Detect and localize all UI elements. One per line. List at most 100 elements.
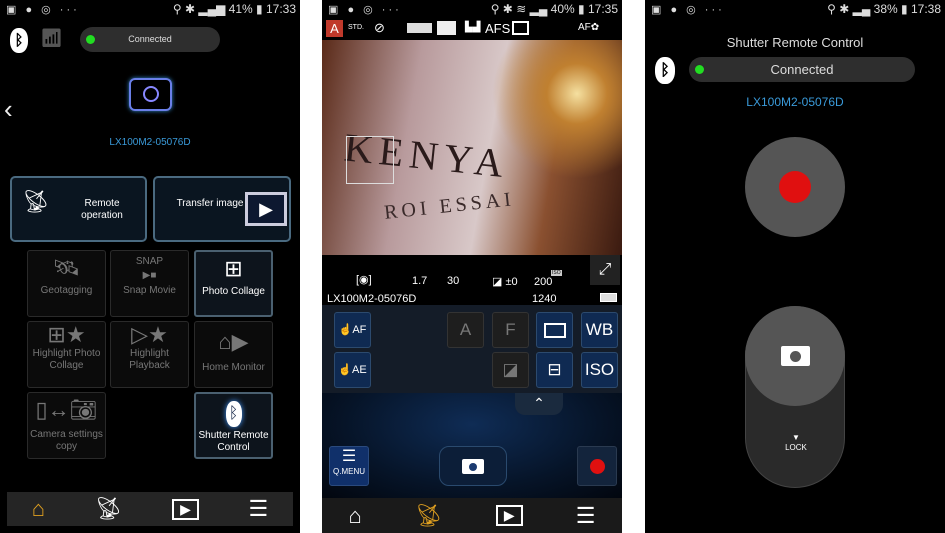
device-name: LX100M2-05076D [746,95,844,109]
battery-icon [600,293,617,302]
record-button[interactable] [745,137,845,237]
highlight-playback-icon: ▷★ [131,322,168,347]
quality-icon: ▙▟ [465,22,481,33]
tile-home-monitor: ⌂▶ Home Monitor [194,321,273,388]
tile-geotagging: 🛰︎ Geotagging [27,250,106,317]
device-name: LX100M2-05076D [109,137,191,148]
page-title: Shutter Remote Control [726,35,864,50]
battery-level: 38% [873,2,898,16]
device-name: LX100M2-05076D [327,293,417,305]
clock: 17:33 [265,2,296,16]
fullscreen-button[interactable]: ⤢ [590,255,620,285]
record-icon [779,171,811,203]
tile-highlight-playback: ▷★ Highlight Playback [110,321,189,388]
exposure-info: [◉] 1.7 30 ◪ ±0 200 ISO LX100M2-05076D 1… [322,255,622,305]
iso-value: 200 [534,276,553,288]
status-bar: ▣ ● ◎ ··· ⚲ ✱ ▂▄▆ 41% ▮ 17:33 [6,2,296,16]
clock: 17:35 [587,2,618,16]
tile-highlight-photo-collage: ⊞★ Highlight Photo Collage [27,321,106,388]
playback-icon[interactable]: ▶ [495,505,523,526]
photo-style: STD. [348,24,364,31]
highlight-collage-icon: ⊞★ [47,322,86,347]
remote-icon: 📡︎ [22,189,50,214]
aperture-mode-button: A [447,312,484,348]
tile-snap-movie: SNAP ▶■ Snap Movie [110,250,189,317]
remaining-shots: 1240 [532,293,557,305]
record-button[interactable] [577,446,617,486]
notification-icons: ▣ ● ◎ ··· [651,4,725,16]
touch-af-button[interactable]: ☝AF [334,312,371,348]
play-icon: ▶ [245,192,287,226]
settings-copy-icon: ▯↔📷︎ [35,397,98,422]
remote-icon[interactable]: 📡︎ [415,503,443,529]
touch-ae-button[interactable]: ☝AE [334,352,371,388]
status-bar: ▣ ● ◎ ··· ⚲ ✱ ▂▄ 38% ▮ 17:38 [651,2,941,16]
remote-operation-button[interactable]: 📡︎ Remote operation [10,176,147,242]
f-button: F [492,312,529,348]
aperture-value: 1.7 [412,275,428,287]
shutter-button[interactable] [745,306,845,406]
live-view: KENYA ROI ESSAI [322,40,622,255]
home-icon[interactable]: ⌂ [349,503,362,529]
tile-shutter-remote-control[interactable]: ᛒ Shutter Remote Control [194,392,273,459]
menu-icon[interactable]: ☰ [248,496,268,522]
bottom-nav: ⌂ 📡︎ ▶ ☰ [322,498,622,533]
clock: 17:38 [910,2,941,16]
transfer-image-button[interactable]: Transfer image ▶ [153,176,291,242]
iso-badge: ISO [551,270,562,276]
af-frame [346,136,394,184]
notification-icons: ▣ ● ◎ ··· [6,4,80,16]
mode-badge: A [326,20,343,37]
control-panel: ☝AF ☝AE A F WB ◪ ⊟ ISO [322,305,622,393]
battery-level: 41% [228,2,253,16]
camera-settings-row: A STD. ⊘ ▙▟ AFS AF✿ [322,20,622,38]
expand-button[interactable]: ⌃ [515,393,563,415]
status-bar: ▣ ● ◎ ··· ⚲ ✱ ≋ ▂▄ 40% ▮ 17:35 [328,2,618,16]
bluetooth-icon: ᛒ [655,57,675,84]
bluetooth-icon: ᛒ [10,28,28,53]
screen-shutter-remote: ▣ ● ◎ ··· ⚲ ✱ ▂▄ 38% ▮ 17:38 Shutter Rem… [645,0,945,533]
metering-icon: [◉] [356,274,372,286]
camera-icon [781,346,810,366]
image-size-icon [437,21,456,35]
video-format-icon [407,23,432,33]
connected-indicator [695,65,704,74]
camera-icon [129,78,172,111]
tile-photo-collage[interactable]: ⊞ Photo Collage [194,250,273,317]
aspect-icon [543,323,566,339]
shutter-button[interactable] [439,446,507,486]
lock-label: ▼ LOCK [785,433,807,452]
wifi-icon: 📶︎ [40,28,63,48]
remote-icon[interactable]: 📡︎ [95,496,123,522]
battery-level: 40% [550,2,575,16]
shooting-area: ⌃ ☰ Q.MENU [322,393,622,498]
notification-icons: ▣ ● ◎ ··· [328,4,402,16]
bluetooth-icon: ᛒ [196,394,271,430]
home-icon[interactable]: ⌂ [32,496,45,522]
shutter-slider[interactable]: ▼ LOCK [745,306,845,488]
shutter-value: 30 [447,275,460,287]
back-button[interactable]: ‹ [4,94,13,125]
q-menu-button[interactable]: ☰ Q.MENU [329,446,369,486]
connection-status: Connected [689,57,915,82]
white-balance-button[interactable]: WB [581,312,618,348]
af-macro: AF✿ [578,22,600,33]
snap-movie-icon: SNAP ▶■ [135,256,164,281]
screen-home-menu: ▣ ● ◎ ··· ⚲ ✱ ▂▄▆ 41% ▮ 17:33 ᛒ 📶︎ Conne… [0,0,300,533]
bottom-nav: ⌂ 📡︎ ▶ ☰ [7,492,293,526]
collage-icon: ⊞ [224,256,243,281]
record-icon [590,459,605,474]
aspect-ratio-button[interactable] [536,312,573,348]
iso-button[interactable]: ISO [581,352,618,388]
connection-status: Connected [80,27,220,52]
playback-icon[interactable]: ▶ [172,498,199,520]
tile-camera-settings-copy: ▯↔📷︎ Camera settings copy [27,392,106,459]
location-icon: ⚲ ✱ ▂▄▆ [172,2,229,16]
satellite-icon: 🛰︎ [52,255,81,280]
metering-button[interactable]: ⊟ [536,352,573,388]
focus-mode: AFS [485,21,511,36]
menu-icon[interactable]: ☰ [576,503,596,529]
af-area-icon [512,21,529,35]
camera-icon [462,459,484,475]
connected-indicator [86,35,95,44]
